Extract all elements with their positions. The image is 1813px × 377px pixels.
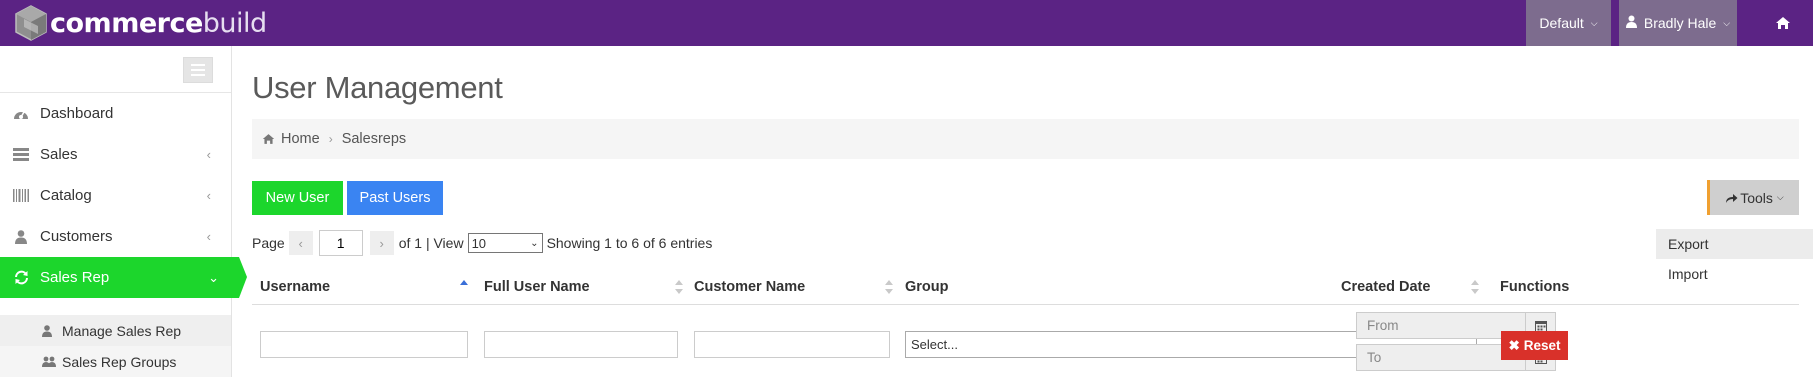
sort-icon[interactable] xyxy=(675,280,683,294)
sales-icon xyxy=(12,147,30,163)
brand-name: commercebuild xyxy=(50,7,267,39)
group-filter-value: Select... xyxy=(911,337,958,352)
sidebar-item-label: Customers xyxy=(40,228,113,245)
sidebar-item-label: Dashboard xyxy=(40,105,114,122)
past-users-button[interactable]: Past Users xyxy=(347,181,443,215)
refresh-icon xyxy=(12,270,30,286)
user-icon xyxy=(1625,15,1637,31)
sidebar-item-label: Catalog xyxy=(40,187,92,204)
page-title: User Management xyxy=(252,70,503,105)
top-navbar: commercebuild Default ⌵ Bradly Hale ⌵ xyxy=(0,0,1813,46)
chevron-down-icon: ⌵ xyxy=(1776,192,1784,202)
sidebar-item-sales-rep[interactable]: Sales Rep ⌄ xyxy=(0,257,247,298)
close-icon: ✖ xyxy=(1508,337,1520,353)
sort-icon[interactable] xyxy=(885,280,893,294)
reset-label: Reset xyxy=(1523,338,1561,353)
user-menu-dropdown[interactable]: Bradly Hale ⌵ xyxy=(1619,0,1737,46)
chevron-left-icon: ‹ xyxy=(206,229,211,244)
full-user-name-filter-input[interactable] xyxy=(484,331,678,358)
home-icon xyxy=(262,133,275,145)
column-header-created-date[interactable]: Created Date xyxy=(1341,268,1430,305)
column-header-username[interactable]: Username xyxy=(260,268,330,305)
breadcrumb-current: Salesreps xyxy=(341,131,407,147)
sidebar-subitem-label: Manage Sales Rep xyxy=(62,322,182,339)
page-size-value: 10 xyxy=(471,235,487,251)
table-header: Username Full User Name Customer Name Gr… xyxy=(252,268,1799,305)
chevron-down-icon: ⌄ xyxy=(208,269,219,285)
next-page-button[interactable]: › xyxy=(369,231,394,255)
sidebar-item-sales[interactable]: Sales ‹ xyxy=(0,134,231,175)
chevron-down-icon: ⌵ xyxy=(1590,17,1598,28)
column-header-full-user-name[interactable]: Full User Name xyxy=(484,268,590,305)
sort-icon[interactable] xyxy=(1471,280,1479,294)
date-to-placeholder: To xyxy=(1367,350,1382,365)
chevron-left-icon: ‹ xyxy=(206,147,211,162)
barcode-icon xyxy=(12,188,30,204)
cube-logo-icon xyxy=(15,5,47,41)
entries-summary: Showing 1 to 6 of 6 entries xyxy=(546,235,713,251)
sidebar-item-label: Sales Rep xyxy=(40,269,110,286)
breadcrumb: Home › Salesreps xyxy=(252,119,1799,159)
tools-label: Tools xyxy=(1740,189,1773,206)
store-selector-dropdown[interactable]: Default ⌵ xyxy=(1526,0,1611,46)
sidebar-item-label: Sales xyxy=(40,146,78,163)
chevron-down-icon: ⌄ xyxy=(530,237,539,249)
sidebar-item-dashboard[interactable]: Dashboard xyxy=(0,93,231,134)
sidebar-subitem-sales-rep-groups[interactable]: Sales Rep Groups xyxy=(0,346,231,377)
user-name: Bradly Hale xyxy=(1643,15,1717,31)
sidebar-subitem-label: Sales Rep Groups xyxy=(62,353,177,370)
chevron-down-icon: ⌵ xyxy=(1723,17,1731,28)
sidebar-collapse-button[interactable] xyxy=(183,57,213,83)
tools-menu-export[interactable]: Export xyxy=(1656,229,1813,259)
column-header-functions: Functions xyxy=(1500,278,1570,295)
home-button[interactable] xyxy=(1752,0,1813,46)
sidebar-item-customers[interactable]: Customers ‹ xyxy=(0,216,231,257)
date-from-placeholder: From xyxy=(1367,318,1399,333)
app-logo[interactable]: commercebuild xyxy=(14,4,267,42)
page-label: Page xyxy=(252,235,285,251)
page-number-input[interactable] xyxy=(318,230,363,256)
sort-ascending-icon[interactable] xyxy=(460,280,468,294)
column-header-group[interactable]: Group xyxy=(905,268,949,305)
sidebar-item-catalog[interactable]: Catalog ‹ xyxy=(0,175,231,216)
users-icon xyxy=(42,356,56,368)
tools-dropdown-button[interactable]: Tools ⌵ xyxy=(1707,180,1799,215)
user-icon xyxy=(42,324,56,337)
pagination-bar: Page ‹ › of 1 | View 10 ⌄ Showing 1 to 6… xyxy=(252,230,712,256)
sidebar: Dashboard Sales ‹ Catalog ‹ Customers ‹ … xyxy=(0,46,247,377)
chevron-right-icon: › xyxy=(328,132,333,146)
previous-page-button[interactable]: ‹ xyxy=(288,231,313,255)
page-count-label: of 1 | View xyxy=(398,235,464,251)
username-filter-input[interactable] xyxy=(260,331,468,358)
breadcrumb-home-link[interactable]: Home xyxy=(281,131,320,147)
store-selector-label: Default xyxy=(1539,15,1584,31)
sidebar-subitem-manage-sales-rep[interactable]: Manage Sales Rep xyxy=(0,315,231,346)
sidebar-toggle-row xyxy=(0,46,231,93)
user-icon xyxy=(12,229,30,245)
new-user-button[interactable]: New User xyxy=(252,181,343,215)
home-icon xyxy=(1775,17,1790,29)
dashboard-icon xyxy=(12,106,30,122)
column-header-customer-name[interactable]: Customer Name xyxy=(694,268,805,305)
page-size-select[interactable]: 10 ⌄ xyxy=(467,233,543,253)
customer-name-filter-input[interactable] xyxy=(694,331,890,358)
share-icon xyxy=(1725,192,1738,204)
chevron-left-icon: ‹ xyxy=(206,188,211,203)
reset-filters-button[interactable]: ✖ Reset xyxy=(1501,331,1568,360)
